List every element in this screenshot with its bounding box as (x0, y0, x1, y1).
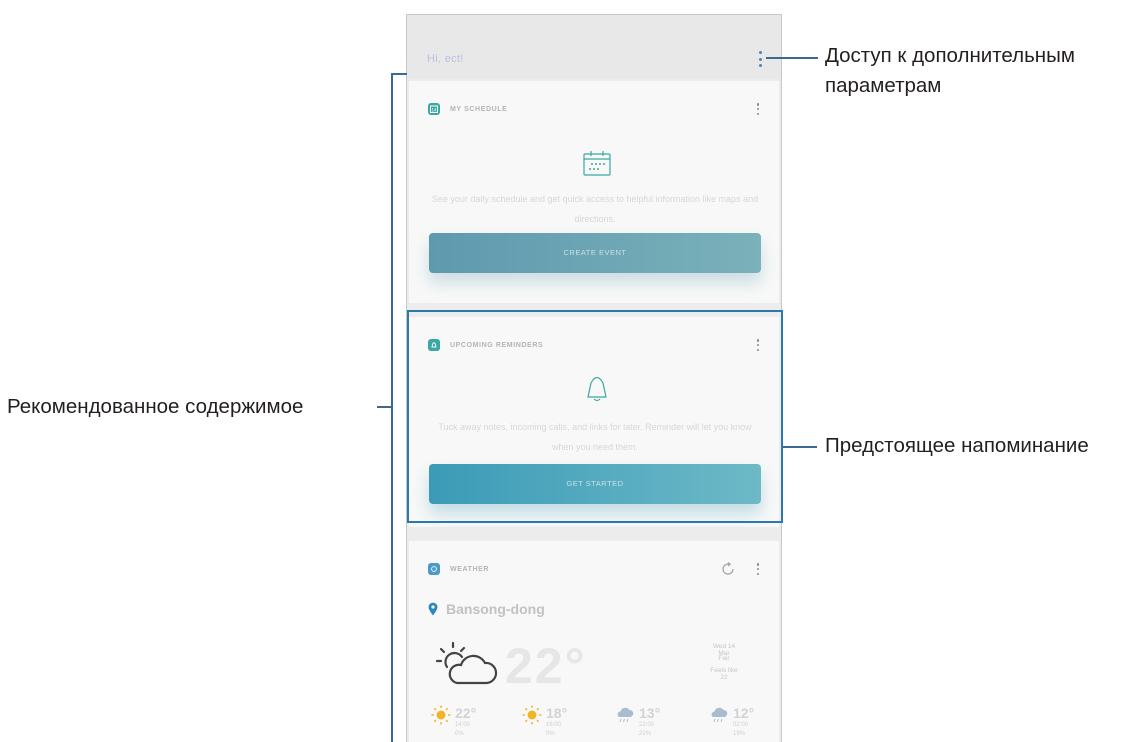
rain-icon (711, 707, 728, 723)
current-temperature: 22° (505, 638, 587, 694)
card-title: MY SCHEDULE (450, 105, 508, 113)
leader-line-reminder (783, 446, 817, 448)
annotation-upcoming-reminder: Предстоящее напоминание (825, 434, 1089, 457)
annotation-recommended-content: Рекомендованное содержимое (7, 395, 304, 418)
forecast-precipitation: 22% (639, 731, 652, 737)
forecast-time: 16:00 (546, 722, 562, 728)
weather-card: WEATHER Bansong-dong 22° Wed 14 Mar Fair… (409, 541, 779, 742)
svg-text:14: 14 (431, 107, 437, 112)
create-event-button[interactable]: CREATE EVENT (429, 233, 761, 273)
schedule-card: 14 MY SCHEDULE See your daily schedule a… (409, 81, 779, 303)
forecast-slot: 22° 14:00 0% (431, 705, 476, 739)
location-row: Bansong-dong (428, 601, 545, 617)
forecast-temperature: 22° (455, 705, 477, 721)
rain-icon (617, 707, 634, 723)
sun-icon (522, 705, 542, 725)
location-name: Bansong-dong (446, 601, 545, 617)
forecast-slot: 12° 02:00 19% (709, 705, 754, 739)
card-description: See your daily schedule and get quick ac… (431, 194, 759, 224)
forecast-time: 02:00 (733, 722, 749, 728)
phone-header: Hi, ect! (407, 15, 781, 79)
more-options-icon[interactable] (754, 51, 766, 67)
leader-line-recommended-label (377, 406, 392, 408)
refresh-icon[interactable] (720, 561, 736, 577)
weather-condition: Fair (718, 655, 730, 662)
partly-cloudy-icon (435, 641, 498, 685)
greeting-text: Hi, ect! (427, 53, 464, 65)
forecast-precipitation: 19% (733, 731, 746, 737)
forecast-slot: 13° 22:00 22% (615, 705, 660, 739)
calendar-icon (583, 151, 611, 176)
forecast-slot: 18° 16:00 0% (522, 705, 567, 739)
calendar-app-icon: 14 (428, 103, 440, 115)
reminder-highlight-box (407, 310, 783, 523)
weather-feels-like: Feels like 22 (710, 667, 738, 681)
forecast-precipitation: 0% (455, 731, 464, 737)
card-menu-icon[interactable] (754, 103, 762, 115)
sun-icon (431, 705, 451, 725)
annotation-more-options-line1: Доступ к дополнительным (825, 44, 1075, 67)
forecast-time: 22:00 (639, 722, 655, 728)
annotation-more-options-line2: параметрам (825, 74, 942, 97)
leader-line-recommended-vertical (391, 73, 393, 742)
card-menu-icon[interactable] (754, 563, 762, 575)
leader-line-more-options (766, 57, 818, 59)
weather-app-icon (428, 563, 440, 575)
forecast-temperature: 13° (639, 705, 661, 721)
forecast-temperature: 18° (546, 705, 568, 721)
leader-line-recommended-top (391, 73, 407, 75)
forecast-time: 14:00 (455, 722, 471, 728)
location-pin-icon (428, 602, 438, 616)
forecast-temperature: 12° (733, 705, 755, 721)
forecast-precipitation: 0% (546, 731, 555, 737)
card-title: WEATHER (450, 565, 490, 573)
